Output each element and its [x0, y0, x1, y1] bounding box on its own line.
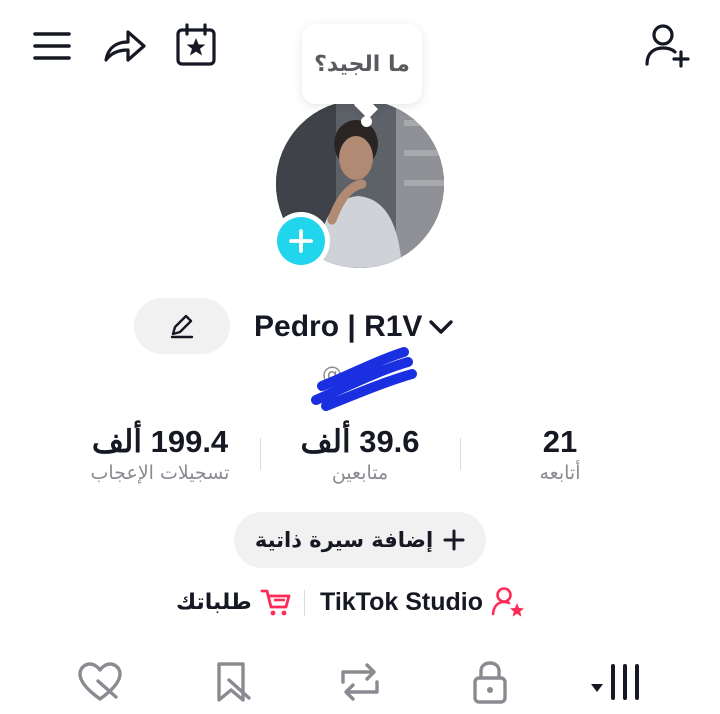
display-name: Pedro | R1V	[254, 310, 423, 343]
following-count: 21	[542, 424, 578, 459]
likes-label: تسجيلات الإعجاب	[90, 462, 230, 484]
redaction-scribble	[311, 347, 417, 411]
tab-liked[interactable]	[72, 654, 128, 710]
edit-profile-button[interactable]	[134, 298, 230, 354]
stat-divider	[260, 438, 261, 470]
pencil-icon	[170, 314, 194, 339]
following-stat[interactable]: 21 أتابعه	[490, 424, 630, 484]
likes-count: 199.4 ألف	[91, 424, 229, 459]
followers-count: 39.6 ألف	[300, 424, 420, 459]
link-divider	[304, 590, 305, 616]
add-user-icon[interactable]	[640, 20, 696, 70]
plus-icon	[277, 217, 325, 265]
add-bio-button[interactable]: إضافة سيرة ذاتية	[234, 512, 486, 568]
tab-reposts[interactable]	[332, 654, 388, 710]
bookmark-icon	[217, 662, 251, 702]
tab-private[interactable]	[462, 654, 518, 710]
grid-icon	[591, 664, 639, 700]
orders-link[interactable]: طلباتك	[176, 582, 292, 622]
tab-favorites[interactable]	[204, 654, 260, 710]
tiktok-studio-link[interactable]: TikTok Studio	[320, 582, 525, 622]
chevron-down-icon	[429, 320, 454, 334]
add-bio-label: إضافة سيرة ذاتية	[254, 528, 434, 552]
tab-videos[interactable]	[580, 654, 650, 710]
hamburger-menu-icon[interactable]	[28, 24, 76, 68]
orders-label: طلباتك	[176, 589, 252, 615]
add-avatar-button[interactable]	[272, 212, 330, 270]
prompt-bubble[interactable]: ما الجيد؟	[302, 24, 422, 104]
creator-star-icon	[491, 587, 524, 617]
share-arrow-icon[interactable]	[98, 22, 150, 70]
tiktok-studio-label: TikTok Studio	[320, 587, 483, 616]
prompt-bubble-dot	[361, 116, 372, 127]
shopping-cart-icon	[260, 589, 291, 616]
prompt-bubble-text: ما الجيد؟	[314, 51, 410, 77]
following-label: أتابعه	[539, 462, 581, 484]
stat-divider	[460, 438, 461, 470]
followers-label: متابعين	[331, 462, 389, 484]
plus-icon	[443, 529, 465, 551]
lock-icon	[473, 661, 507, 704]
repost-icon	[341, 663, 379, 701]
calendar-star-icon[interactable]	[170, 20, 222, 70]
likes-stat[interactable]: 199.4 ألف تسجيلات الإعجاب	[60, 424, 260, 484]
followers-stat[interactable]: 39.6 ألف متابعين	[270, 424, 450, 484]
heart-icon	[78, 662, 122, 701]
profile-tabs	[0, 640, 720, 714]
display-name-switcher[interactable]: Pedro | R1V	[254, 306, 454, 348]
